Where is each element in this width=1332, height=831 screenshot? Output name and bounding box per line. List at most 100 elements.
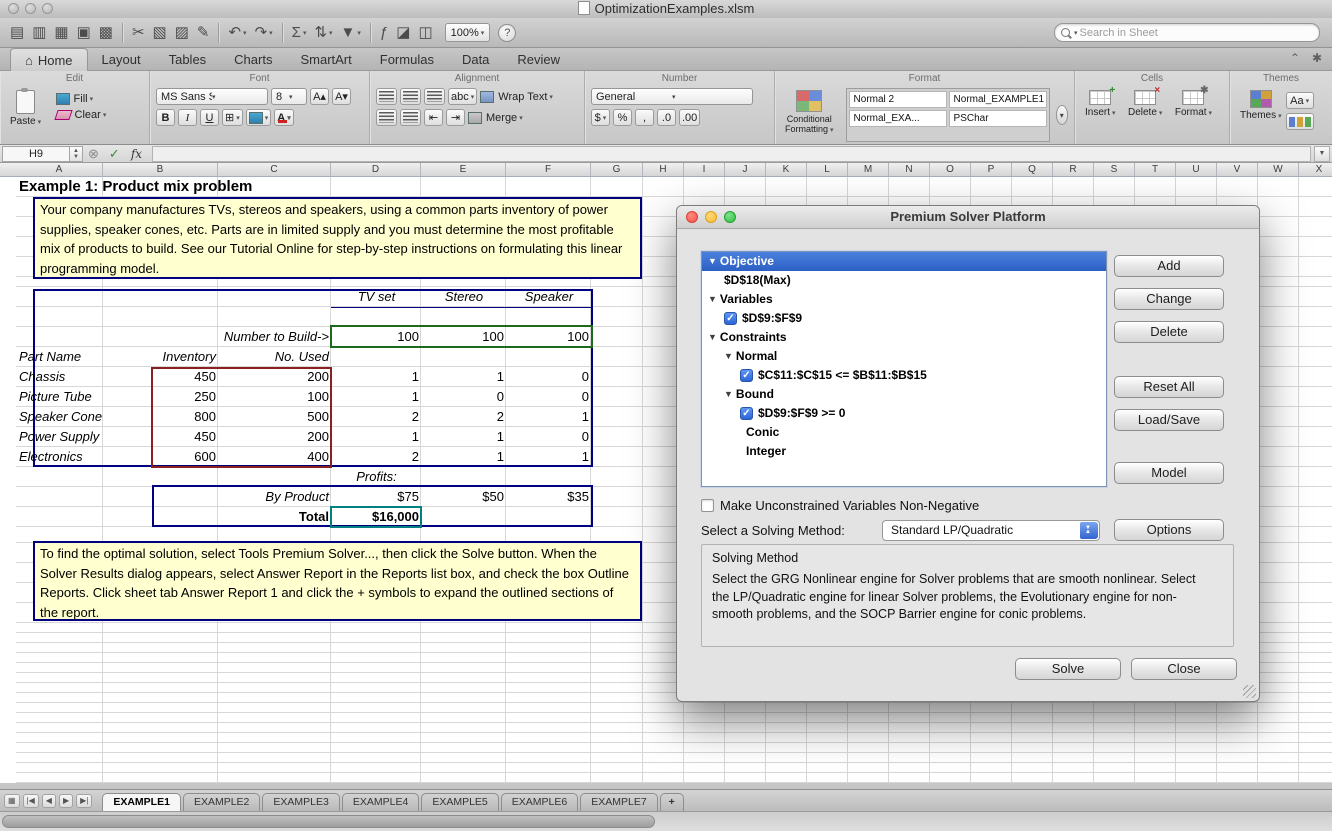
column-header-h[interactable]: H bbox=[643, 163, 684, 176]
gallery-scroll-button[interactable]: ▾ bbox=[1056, 105, 1068, 125]
align-right-button[interactable] bbox=[424, 88, 445, 105]
redo-icon[interactable]: ↷▾ bbox=[252, 22, 276, 44]
solver-tree-d-9-f-9[interactable]: ✓$D$9:$F$9 bbox=[702, 309, 1106, 328]
underline-button[interactable]: U bbox=[200, 109, 219, 126]
tab-data[interactable]: Data bbox=[448, 48, 503, 70]
cell-D13[interactable]: 2 bbox=[332, 407, 421, 427]
cell-F13[interactable]: 1 bbox=[507, 407, 591, 427]
column-header-r[interactable]: R bbox=[1053, 163, 1094, 176]
open-icon[interactable]: ▥ bbox=[29, 22, 49, 44]
cell-B12[interactable]: 250 bbox=[104, 387, 218, 407]
bold-button[interactable]: B bbox=[156, 109, 175, 126]
solver-tree-variables[interactable]: ▼Variables bbox=[702, 290, 1106, 309]
cell-E17[interactable]: $50 bbox=[422, 487, 506, 507]
column-header-p[interactable]: P bbox=[971, 163, 1012, 176]
format-painter-icon[interactable]: ✎ bbox=[194, 22, 213, 44]
print-icon[interactable]: ▩ bbox=[96, 22, 116, 44]
cell-F7[interactable]: Speaker bbox=[507, 287, 591, 307]
comma-button[interactable]: , bbox=[635, 109, 654, 126]
cell-F14[interactable]: 0 bbox=[507, 427, 591, 447]
solver-tree-objective[interactable]: ▼Objective bbox=[702, 252, 1106, 271]
fill-color-button[interactable]: ▾ bbox=[246, 109, 272, 126]
solver-tree-normal[interactable]: ▼Normal bbox=[702, 347, 1106, 366]
resize-grip[interactable] bbox=[1243, 685, 1256, 698]
cell-D7[interactable]: TV set bbox=[332, 287, 421, 307]
decrease-decimal-button[interactable]: .00 bbox=[679, 109, 700, 126]
cell-A12[interactable]: Picture Tube bbox=[17, 387, 103, 407]
disclosure-triangle-icon[interactable]: ▼ bbox=[724, 347, 733, 366]
column-header-o[interactable]: O bbox=[930, 163, 971, 176]
name-box-stepper[interactable]: ▲▼ bbox=[70, 146, 83, 162]
column-header-m[interactable]: M bbox=[848, 163, 889, 176]
column-header-w[interactable]: W bbox=[1258, 163, 1299, 176]
cell-style-normal-2[interactable]: Normal 2 bbox=[849, 91, 947, 108]
column-header-s[interactable]: S bbox=[1094, 163, 1135, 176]
insert-cells-button[interactable]: + Insert▾ bbox=[1081, 88, 1120, 120]
italic-button[interactable]: I bbox=[178, 109, 197, 126]
column-header-x[interactable]: X bbox=[1299, 163, 1332, 176]
solver-tree-constraints[interactable]: ▼Constraints bbox=[702, 328, 1106, 347]
toolbox-icon[interactable]: ◫ bbox=[415, 22, 435, 44]
cell-E9[interactable]: 100 bbox=[422, 327, 506, 347]
column-header-v[interactable]: V bbox=[1217, 163, 1258, 176]
solver-reset-all-button[interactable]: Reset All bbox=[1114, 376, 1224, 398]
cut-icon[interactable]: ✂ bbox=[129, 22, 148, 44]
sheet-tab-example2[interactable]: EXAMPLE2 bbox=[183, 793, 260, 811]
undo-icon[interactable]: ↶▾ bbox=[225, 22, 249, 44]
cell-B11[interactable]: 450 bbox=[104, 367, 218, 387]
cell-C11[interactable]: 200 bbox=[219, 367, 331, 387]
autosum-icon[interactable]: Σ▾ bbox=[289, 22, 310, 44]
cell-A13[interactable]: Speaker Cone bbox=[17, 407, 103, 427]
sort-ascending-icon[interactable]: ⇅▾ bbox=[311, 22, 335, 44]
cell-D15[interactable]: 2 bbox=[332, 447, 421, 467]
template-gallery-icon[interactable]: ▦ bbox=[51, 22, 71, 44]
cell-E15[interactable]: 1 bbox=[422, 447, 506, 467]
cell-D11[interactable]: 1 bbox=[332, 367, 421, 387]
scroll-first-icon[interactable]: |◀ bbox=[23, 794, 39, 808]
sheet-tab-example3[interactable]: EXAMPLE3 bbox=[262, 793, 339, 811]
align-left-button[interactable] bbox=[376, 88, 397, 105]
column-header-u[interactable]: U bbox=[1176, 163, 1217, 176]
scroll-next-icon[interactable]: ▶ bbox=[59, 794, 73, 808]
disclosure-triangle-icon[interactable]: ▼ bbox=[724, 385, 733, 404]
font-family-select[interactable]: MS Sans Serif▾ bbox=[156, 88, 268, 105]
sheet-tab-example4[interactable]: EXAMPLE4 bbox=[342, 793, 419, 811]
sheet-tab-example6[interactable]: EXAMPLE6 bbox=[501, 793, 578, 811]
cell-F9[interactable]: 100 bbox=[507, 327, 591, 347]
column-header-a[interactable]: A bbox=[16, 163, 103, 176]
column-header-g[interactable]: G bbox=[591, 163, 643, 176]
solver-tree-bound[interactable]: ▼Bound bbox=[702, 385, 1106, 404]
cell-D18[interactable]: $16,000 bbox=[332, 507, 421, 527]
solver-tree-integer[interactable]: Integer bbox=[702, 442, 1106, 461]
insert-function-button[interactable]: fx bbox=[131, 147, 142, 161]
font-size-select[interactable]: 8▾ bbox=[271, 88, 307, 105]
tab-charts[interactable]: Charts bbox=[220, 48, 286, 70]
checked-checkbox[interactable]: ✓ bbox=[740, 369, 753, 382]
borders-button[interactable]: ⊞▾ bbox=[222, 109, 243, 126]
cell-B10[interactable]: Inventory bbox=[104, 347, 218, 367]
horizontal-scrollbar[interactable] bbox=[0, 811, 1332, 831]
formula-bar-expand-icon[interactable]: ▼ bbox=[1314, 146, 1330, 162]
column-header-j[interactable]: J bbox=[725, 163, 766, 176]
tab-layout[interactable]: Layout bbox=[88, 48, 155, 70]
solver-model-tree[interactable]: ▼Objective$D$18(Max)▼Variables✓$D$9:$F$9… bbox=[701, 251, 1107, 487]
cell-C14[interactable]: 200 bbox=[219, 427, 331, 447]
close-button[interactable]: Close bbox=[1131, 658, 1237, 680]
non-negative-checkbox[interactable] bbox=[701, 499, 714, 512]
cell-A15[interactable]: Electronics bbox=[17, 447, 103, 467]
cell-style-pschar[interactable]: PSChar bbox=[949, 110, 1047, 127]
solver-tree-conic[interactable]: Conic bbox=[702, 423, 1106, 442]
tab-home[interactable]: ⌂Home bbox=[10, 48, 88, 71]
cell-B15[interactable]: 600 bbox=[104, 447, 218, 467]
solver-dialog-titlebar[interactable]: Premium Solver Platform bbox=[677, 206, 1259, 229]
column-header-l[interactable]: L bbox=[807, 163, 848, 176]
percent-button[interactable]: % bbox=[613, 109, 632, 126]
merge-button[interactable]: Merge▾ bbox=[468, 112, 523, 124]
enter-icon[interactable]: ✓ bbox=[109, 146, 120, 162]
clear-button[interactable]: Clear▾ bbox=[56, 109, 107, 121]
column-header-c[interactable]: C bbox=[218, 163, 331, 176]
cell-C15[interactable]: 400 bbox=[219, 447, 331, 467]
solver-tree-c-11-c-15-b-11-b-15[interactable]: ✓$C$11:$C$15 <= $B$11:$B$15 bbox=[702, 366, 1106, 385]
cell-E14[interactable]: 1 bbox=[422, 427, 506, 447]
tab-smartart[interactable]: SmartArt bbox=[286, 48, 365, 70]
